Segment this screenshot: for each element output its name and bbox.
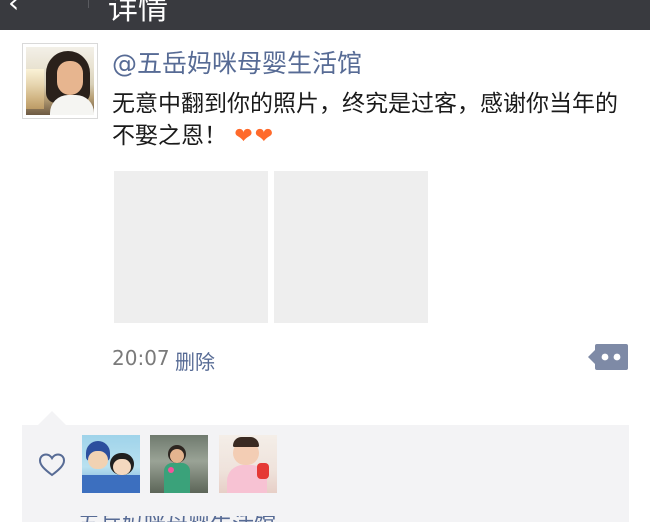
back-icon[interactable]: ‹ [8,0,19,19]
post-photo-1[interactable] [114,171,268,323]
poster-username[interactable]: @五岳妈咪母婴生活馆 [112,44,362,80]
post-body: 无意中翻到你的照片，终究是过客，感谢你当年的不娶之恩！ ❤❤ [112,88,632,153]
liker-avatar-1[interactable] [82,435,140,493]
top-navigation-bar: ‹ 详情 [0,0,650,30]
nav-divider [88,0,89,8]
page-title: 详情 [108,0,168,27]
heart-outline-icon [38,453,66,477]
comment-author-preview[interactable]: 五岳妈咪母婴生活馆 [78,516,276,522]
orange-hearts-emoji: ❤❤ [234,124,276,149]
post-timestamp: 20:07 [112,346,170,370]
avatar-photo [26,47,94,115]
comment-more-button[interactable] [588,343,628,371]
liker-avatar-3[interactable] [219,435,277,493]
poster-avatar[interactable] [22,43,98,119]
liker-avatar-2[interactable] [150,435,208,493]
delete-button[interactable]: 删除 [175,346,215,375]
likes-pointer [38,411,66,425]
post-photo-2[interactable] [274,171,428,323]
post-text: 无意中翻到你的照片，终究是过客，感谢你当年的不娶之恩！ [112,91,618,149]
